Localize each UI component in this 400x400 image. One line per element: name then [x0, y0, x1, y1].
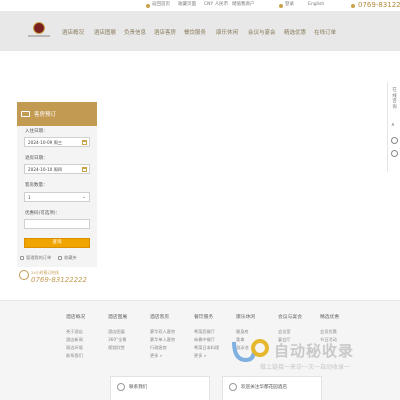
footer-link[interactable]: 360°全景 [108, 336, 127, 344]
favorites-label: 收藏夹 [64, 255, 77, 260]
promo-code-input[interactable] [24, 219, 90, 229]
hotel-logo-text [28, 35, 50, 37]
checkin-date-field[interactable]: 2024-10-09 周三 [24, 137, 90, 147]
footer-col-dining: 餐饮服务 粤菜西餐厅 咏春中餐厅 粤菜日本料理 更多 » [194, 313, 219, 360]
wechat-box[interactable]: 欢迎关注华都花园酒店 [222, 376, 322, 400]
footer-heading: 酒店图展 [108, 315, 128, 320]
footer-link[interactable]: 酒店新闻 [66, 336, 85, 344]
login-link[interactable]: 登录 [285, 1, 294, 9]
qq-icon[interactable] [391, 137, 398, 144]
chevron-down-icon: ⌄ [82, 195, 86, 200]
footer-col-overview: 酒店概况 关于酒店 酒店新闻 周边环境 联系我们 [66, 313, 85, 360]
watermark: 自动秘收录 做上链接一来访一次一自动收录一 [230, 334, 390, 378]
checkout-label: 退房日期： [25, 156, 48, 161]
wechat-icon [229, 383, 237, 391]
home-icon [146, 3, 150, 8]
booking-title: 客房预订 [34, 112, 57, 118]
footer-col-gallery: 酒店图展 酒店图展 360°全景 视频欣赏 [108, 313, 127, 352]
footer-link[interactable]: 咏春中餐厅 [194, 336, 219, 344]
contact-box-label: 联系我们 [129, 385, 148, 390]
phone-icon [117, 383, 125, 391]
nav-item-dining[interactable]: 餐饮服务 [184, 28, 206, 36]
bed-icon [21, 111, 30, 117]
nav-item-info[interactable]: 负责信息 [124, 28, 146, 36]
phone-icon [19, 270, 29, 280]
wechat-icon[interactable] [391, 150, 398, 157]
checkout-date-field[interactable]: 2024-10-10 周四 [24, 164, 90, 174]
rooms-select[interactable]: 1 ⌄ [24, 192, 90, 202]
favorite-link[interactable]: 收藏页面 [178, 1, 196, 9]
hotline-number: 0769-83122222 [31, 276, 87, 284]
footer-heading: 康乐休闲 [236, 315, 256, 320]
top-phone-number: 0769-83122222 [358, 1, 400, 9]
floating-sidebar: 在线咨询 ∧ [387, 82, 400, 172]
footer-heading: 酒店概况 [66, 315, 86, 320]
nav-item-orders[interactable]: 在线订单 [314, 28, 336, 36]
home-link[interactable]: 返回首页 [152, 1, 170, 9]
watermark-sub-text: 做上链接一来访一次一自动收录一 [260, 364, 351, 371]
footer-link[interactable]: 粤菜西餐厅 [194, 328, 219, 336]
manage-orders-link[interactable]: 管理我的订单 [20, 255, 51, 261]
footer-link[interactable]: 酒店图展 [108, 328, 127, 336]
watermark-main-text: 自动秘收录 [274, 342, 355, 360]
footer-link[interactable]: 更多 » [150, 352, 175, 360]
checkin-date-value: 2024-10-09 周三 [28, 140, 63, 145]
user-icon [279, 3, 283, 8]
footer-link[interactable]: 视频欣赏 [108, 344, 127, 352]
booking-panel-header: 客房预订 [17, 102, 97, 126]
footer-link[interactable]: 更多 » [194, 352, 219, 360]
checkin-label: 入住日期： [25, 129, 48, 134]
online-consult-link[interactable]: 在线咨询 [391, 88, 398, 110]
hotel-logo[interactable] [33, 22, 45, 34]
nav-item-rooms[interactable]: 酒店客房 [154, 28, 176, 36]
manage-orders-label: 管理我的订单 [26, 255, 52, 260]
rooms-label: 客房数量： [25, 183, 48, 188]
footer-heading: 会议与宴会 [278, 315, 302, 320]
nav-item-overview[interactable]: 酒店概况 [62, 28, 84, 36]
calendar-icon[interactable] [82, 140, 87, 145]
checkout-date-value: 2024-10-10 周四 [28, 167, 63, 172]
member-link[interactable]: 储值我商户 [232, 1, 255, 9]
phone-icon [351, 3, 355, 8]
footer-col-rooms: 酒店客房 豪华双人客房 豪华单人客房 行政客房 更多 » [150, 313, 175, 360]
footer-link[interactable]: 行政客房 [150, 344, 175, 352]
currency-select[interactable]: CNY 人民币 [204, 1, 228, 9]
nav-item-leisure[interactable]: 康乐休闲 [216, 28, 238, 36]
nav-item-offers[interactable]: 精选优惠 [284, 28, 306, 36]
order-icon [20, 256, 24, 260]
nav-item-gallery[interactable]: 酒店图展 [94, 28, 116, 36]
footer-link[interactable]: 联系我们 [66, 352, 85, 360]
search-button[interactable]: 查询 [24, 238, 90, 248]
footer-link[interactable]: 豪华单人客房 [150, 336, 175, 344]
footer-link[interactable]: 关于酒店 [66, 328, 85, 336]
footer-link[interactable]: 周边环境 [66, 344, 85, 352]
star-icon [58, 256, 62, 260]
language-link[interactable]: English [308, 1, 324, 9]
hotline: 24小时预订热线 0769-83122222 [17, 270, 97, 288]
back-to-top-icon[interactable]: ∧ [391, 122, 395, 128]
nav-item-meetings[interactable]: 会议与宴会 [248, 28, 276, 36]
footer-link[interactable]: 粤菜日本料理 [194, 344, 219, 352]
contact-box[interactable]: 联系我们 [110, 376, 210, 400]
footer-heading: 餐饮服务 [194, 315, 214, 320]
wechat-box-label: 欢迎关注华都花园酒店 [241, 385, 287, 390]
rooms-value: 1 [28, 195, 31, 200]
top-utility-bar: 返回首页 收藏页面 CNY 人民币 储值我商户 登录 English 0769-… [0, 0, 400, 11]
favorites-link[interactable]: 收藏夹 [58, 255, 77, 261]
footer-link[interactable]: 豪华双人客房 [150, 328, 175, 336]
calendar-icon[interactable] [82, 167, 87, 172]
promo-label: 优惠码(可选项)： [25, 211, 61, 216]
footer-heading: 精选优惠 [320, 315, 340, 320]
footer-heading: 酒店客房 [150, 315, 170, 320]
